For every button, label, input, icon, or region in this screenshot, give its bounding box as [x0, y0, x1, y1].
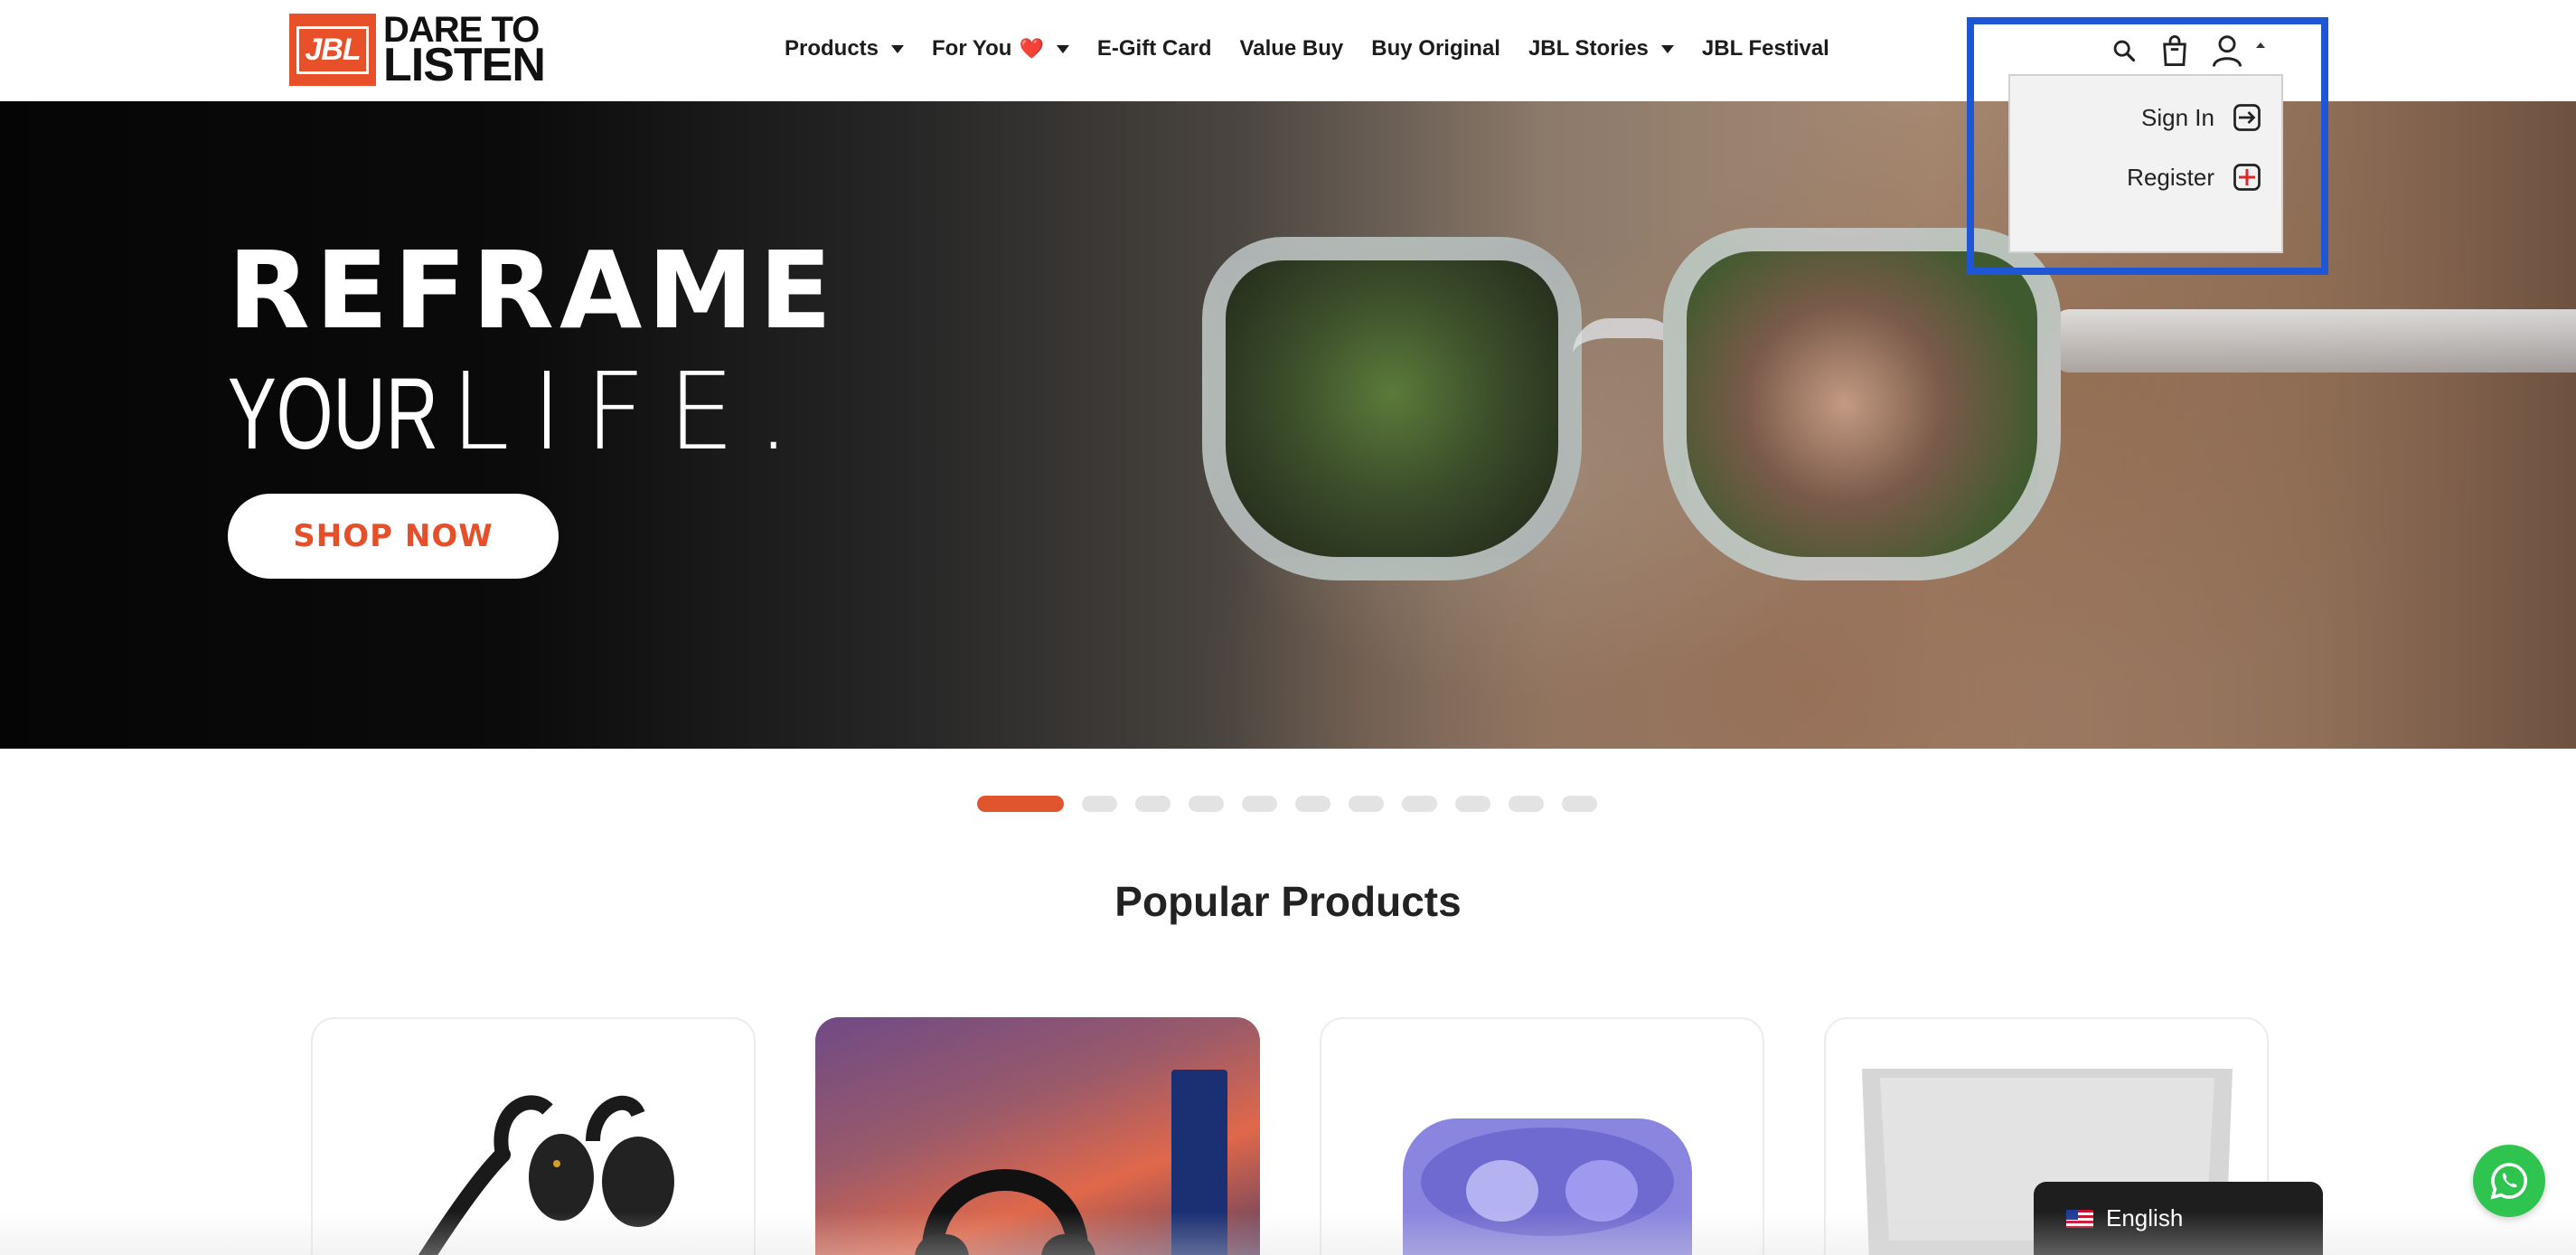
popular-products-title: Popular Products — [1114, 878, 1462, 925]
logo-tagline: DARE TO LISTEN — [383, 12, 546, 91]
product-card-open-ear-earbuds[interactable] — [311, 1017, 756, 1255]
product-feature-strip — [1171, 1070, 1227, 1255]
language-selector[interactable]: English — [2034, 1182, 2323, 1255]
nav-label: Buy Original — [1371, 36, 1500, 61]
caret-down-icon — [1660, 44, 1674, 53]
nav-item-buy-original[interactable]: Buy Original — [1371, 36, 1500, 61]
product-card-true-wireless-earbuds[interactable] — [1320, 1017, 1764, 1255]
over-ear-headphones-image — [915, 1169, 1095, 1255]
sign-in-icon — [2231, 101, 2263, 134]
caret-down-icon — [891, 44, 905, 53]
carousel-dot[interactable] — [1135, 796, 1170, 812]
shopping-bag-icon[interactable] — [2155, 31, 2195, 71]
hero-title-your: YOUR — [228, 357, 438, 470]
heart-icon: ❤️ — [1019, 37, 1044, 60]
sign-in-label: Sign In — [2141, 103, 2214, 131]
nav-item-for-you[interactable]: For You ❤️ — [932, 36, 1069, 61]
logo-tagline-line2: LISTEN — [383, 38, 546, 91]
nav-label: Value Buy — [1239, 36, 1344, 61]
language-label: English — [2106, 1204, 2184, 1231]
hero-image-glasses-lens-left — [1202, 237, 1582, 580]
search-icon[interactable] — [2106, 33, 2142, 69]
carousel-dot[interactable] — [1295, 796, 1330, 812]
hero-image-glasses-temple — [2052, 309, 2576, 373]
whatsapp-icon[interactable] — [2473, 1145, 2545, 1217]
hero-title-line2: YOUR LIFE. — [228, 349, 837, 474]
nav-item-e-gift-card[interactable]: E-Gift Card — [1097, 36, 1212, 61]
register-icon — [2231, 161, 2263, 193]
product-card-over-ear-headphones[interactable] — [815, 1017, 1260, 1255]
main-nav: Products For You ❤️ E-Gift Card Value Bu… — [785, 29, 1857, 69]
shop-now-button[interactable]: SHOP NOW — [228, 494, 559, 579]
carousel-dot[interactable] — [1402, 796, 1437, 812]
header-actions — [2106, 31, 2265, 71]
sign-in-link[interactable]: Sign In — [2141, 101, 2263, 134]
carousel-dot[interactable] — [1189, 796, 1224, 812]
register-label: Register — [2127, 163, 2214, 191]
open-ear-earbuds-image — [418, 1095, 674, 1255]
nav-item-products[interactable]: Products — [785, 36, 905, 61]
user-icon[interactable] — [2207, 31, 2247, 71]
carousel-dot[interactable] — [1455, 796, 1490, 812]
hero-headline: REFRAME YOUR LIFE. — [228, 237, 837, 474]
account-dropdown: Sign In Register — [2008, 74, 2283, 253]
carousel-dot[interactable] — [1242, 796, 1277, 812]
jbl-logo[interactable]: JBL DARE TO LISTEN — [289, 12, 546, 91]
nav-item-value-buy[interactable]: Value Buy — [1240, 36, 1344, 61]
carousel-dot[interactable] — [1562, 796, 1597, 812]
caret-down-icon — [1056, 44, 1069, 53]
carousel-dot[interactable] — [977, 796, 1064, 812]
product-cards — [311, 1017, 2269, 1255]
carousel-dots — [977, 796, 1597, 812]
logo-brand: JBL — [296, 25, 369, 74]
true-wireless-earbuds-case-image — [1403, 1118, 1692, 1255]
us-flag-icon — [2066, 1209, 2093, 1228]
nav-item-jbl-stories[interactable]: JBL Stories — [1528, 36, 1674, 61]
nav-label: JBL Stories — [1528, 36, 1649, 61]
caret-up-icon[interactable] — [2256, 42, 2265, 48]
carousel-dot[interactable] — [1349, 796, 1384, 812]
nav-label: JBL Festival — [1701, 36, 1829, 61]
carousel-dot[interactable] — [1509, 796, 1544, 812]
carousel-dot[interactable] — [1082, 796, 1117, 812]
jbl-logo-badge: JBL — [289, 14, 376, 86]
register-link[interactable]: Register — [2127, 161, 2263, 193]
hero-title-line1: REFRAME — [228, 228, 838, 353]
nav-label: E-Gift Card — [1096, 36, 1212, 61]
hero-title-life: LIFE. — [450, 349, 813, 474]
hero-image-glasses-lens-right — [1663, 228, 2061, 580]
nav-label: Products — [785, 36, 879, 61]
nav-item-jbl-festival[interactable]: JBL Festival — [1702, 36, 1829, 61]
nav-label: For You — [932, 36, 1012, 61]
